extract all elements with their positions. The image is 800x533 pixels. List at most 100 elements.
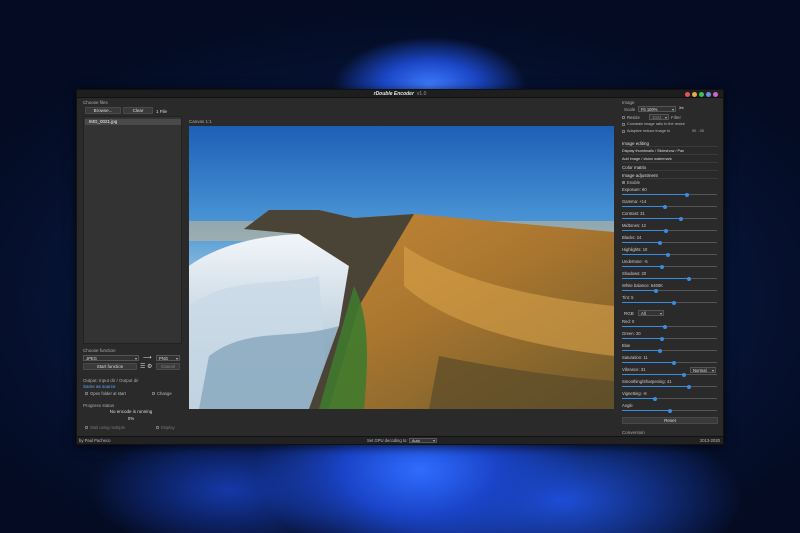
adjustment-slider-handle[interactable] [684,192,689,197]
adaptive-value: 90 - 95 [692,129,704,133]
adjustment-slider-handle[interactable] [678,216,683,221]
function-select[interactable]: JPEG [83,355,139,361]
scale-select[interactable]: Fit 100% [638,106,676,112]
preview-image [189,126,614,409]
adjustment-slider-handle[interactable] [659,264,664,269]
menu-icon[interactable]: ☰ [140,363,145,370]
file-list[interactable]: IMG_0021.jpg [83,116,182,344]
crop-icon[interactable]: ✂ [679,105,684,112]
adjustment-slider-label: Midtones: 12 [622,223,646,228]
rgb-slider-handle[interactable] [659,336,664,341]
adjustment-slider-row: White balance: 6460K [622,283,717,295]
settings-gear-icon[interactable]: ⚙ [147,363,152,370]
adjustment-slider-handle[interactable] [654,288,659,293]
gpu-decoding-select[interactable]: Auto [409,438,437,443]
adjustment-slider-label: Shadows: 20 [622,271,647,276]
output-select[interactable]: PNG [156,355,180,361]
rgb-slider-fill [622,386,689,387]
rgb-slider-fill [622,362,675,363]
image-editing-header[interactable]: Image editing [622,140,718,147]
adjustment-slider-handle[interactable] [672,300,677,305]
rgb-slider-fill [622,326,665,327]
adjustment-slider-handle[interactable] [658,240,662,245]
adjustment-slider-fill [622,278,689,279]
rgb-slider-handle[interactable] [686,384,691,389]
author-label: by Paul Pacheco [79,438,111,443]
enable-checkbox[interactable]: Enable [622,180,640,185]
file-list-item[interactable]: IMG_0021.jpg [85,119,181,125]
left-panel: Choose files Browse... Clear 1 File IMG_… [80,100,182,434]
rgb-slider-handle[interactable] [672,360,677,365]
maximize-button[interactable] [699,91,704,97]
browse-button[interactable]: Browse... [85,107,121,114]
progress-percent: 0% [127,416,135,421]
adjustment-slider-label: Highlights: 10 [622,247,648,252]
adjustment-slider-label: Blacks: 24 [622,235,642,240]
adjustment-slider-fill [622,266,662,267]
file-count: 1 File [156,109,168,114]
rgb-slider-label: Green: 20 [622,331,641,336]
rgb-slider-handle[interactable] [658,348,662,353]
adjustment-slider-fill [622,206,665,207]
same-as-source-link[interactable]: Same as source [83,384,116,389]
vibrance-mode-select[interactable]: Normal [690,367,716,373]
title-bar: rDouble Encoder v1.0 [77,90,723,98]
adjustment-slider-handle[interactable] [662,204,667,209]
rgb-slider-label: Blue [622,343,631,348]
canvas-label: Canvas 1:1 [189,119,212,124]
wait-multiple-checkbox[interactable]: Wait using multiple [85,425,125,430]
rgb-slider-row: Vignetting: -8 [622,391,717,403]
rgb-slider-fill [622,398,656,399]
rgb-slider-handle[interactable] [667,408,672,413]
pin-button[interactable] [713,91,718,97]
change-checkbox[interactable]: Change [152,391,172,396]
display-section-header[interactable]: Display thumbnails / Slideshow / Pan [622,148,718,155]
adjustment-slider-label: Exposure: 60 [622,187,647,192]
resize-checkbox[interactable]: Resize [622,115,640,120]
choose-function-label: Choose function [83,348,116,353]
minimize-button[interactable] [692,91,697,97]
progress-status-label: Progress status [83,403,115,408]
rgb-slider-handle[interactable] [653,396,658,401]
close-button[interactable] [685,91,690,97]
rgb-slider-row: Angle [622,403,717,415]
rgb-channel-select[interactable]: All [638,310,664,316]
reset-button[interactable]: Reset [622,417,718,424]
resize-input[interactable]: 1024 [649,114,669,120]
cancel-button[interactable]: Cancel [156,363,180,370]
image-adjustment-header[interactable]: Image adjustment [622,172,718,179]
window-controls [685,91,718,97]
rgb-slider-fill [622,338,662,339]
adjustment-slider-row: Gamma: +14 [622,199,717,211]
adjustment-slider-handle[interactable] [663,228,668,233]
open-folder-checkbox[interactable]: Open folder at start [85,391,126,396]
adjustment-slider-fill [622,230,666,231]
adaptive-checkbox[interactable]: Adaptive reduce image to [622,129,670,133]
adjustment-slider-label: Gamma: +14 [622,199,647,204]
display-checkbox[interactable]: Display [156,425,175,430]
adjustment-slider-row: Contrast: 31 [622,211,717,223]
rgb-slider-row: Smoothing/Sharpening: 41 [622,379,717,391]
adjustment-slider-row: Midtones: 12 [622,223,717,235]
rgb-slider-handle[interactable] [681,372,686,377]
rgb-slider-fill [622,374,684,375]
conversion-label: Conversion [622,430,645,435]
adjustment-slider-row: Blacks: 24 [622,235,717,247]
adjustment-slider-handle[interactable] [686,276,691,281]
rgb-slider-handle[interactable] [662,324,667,329]
rgb-slider-label: Smoothing/Sharpening: 41 [622,379,672,384]
adjustment-slider-handle[interactable] [665,252,670,257]
filter-label: Filter [671,115,681,120]
color-matrix-header[interactable]: Color matrix [622,164,718,171]
rgb-slider-label: Vibrance: 31 [622,367,646,372]
clear-button[interactable]: Clear [123,107,153,114]
rgb-slider-row: Blue [622,343,717,355]
start-function-button[interactable]: Start function [83,363,137,370]
adjustment-slider-row: Tint: 5 [622,295,717,307]
keep-ratio-checkbox[interactable]: Constrain image ratio to the resize [622,122,685,126]
rgb-slider-fill [622,350,660,351]
adjustment-slider-label: Undertone: -5 [622,259,648,264]
restore-button[interactable] [706,91,711,97]
right-panel: Image Scale Fit 100% ✂ Resize 1024 Filte… [618,100,722,435]
watermark-section-header[interactable]: Add image / vision watermark [622,156,718,163]
